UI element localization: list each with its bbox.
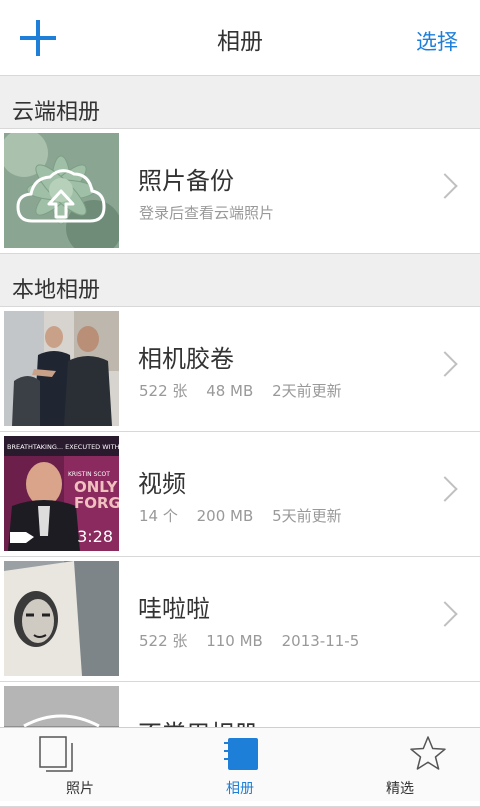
album-thumbnail [4,311,119,426]
tab-albums[interactable]: 相册 [160,728,320,801]
album-title: 照片备份 [138,167,234,195]
poster-big-text-2: FORGI [74,494,119,512]
section-header-local: 本地相册 [0,254,480,307]
album-size: 110 MB [206,632,263,650]
album-size: 200 MB [196,507,254,525]
album-thumbnail [4,133,119,248]
album-thumbnail [4,561,119,676]
section-title: 本地相册 [12,278,101,303]
album-meta: 522 张 48 MB 2天前更新 [139,380,356,401]
album-size: 48 MB [206,382,254,400]
star-icon [410,736,446,770]
photo-count: 522 张 [139,632,188,650]
tab-label: 照片 [66,781,94,797]
people-photo-icon [4,311,119,426]
tab-bar: 照片 相册 精选 [0,727,480,801]
tab-featured[interactable]: 精选 [320,728,480,801]
photo-count: 522 张 [139,382,188,400]
photos-icon [39,736,73,772]
chevron-right-icon [432,601,458,627]
album-row-camera-roll[interactable]: 相机胶卷 522 张 48 MB 2天前更新 [0,307,480,432]
poster-name-text: KRISTIN SCOT [68,471,110,478]
tab-label: 精选 [386,781,414,797]
updated-time: 5天前更新 [272,507,342,525]
album-row-video[interactable]: BREATHTAKING... EXECUTED WITH PURE FORM … [0,432,480,557]
tab-label: 相册 [226,781,254,797]
album-title: 相机胶卷 [138,345,234,373]
chevron-right-icon [432,476,458,502]
select-button[interactable]: 选择 [416,26,458,56]
section-header-cloud: 云端相册 [0,76,480,129]
album-title: 哇啦啦 [138,595,210,623]
succulent-cloud-upload-icon [4,133,119,248]
album-meta: 522 张 110 MB 2013-11-5 [139,630,373,651]
poster-top-text: BREATHTAKING... EXECUTED WITH PURE FORM [7,443,119,451]
item-count: 14 个 [139,507,178,525]
album-subtitle-text: 登录后查看云端照片 [139,204,275,222]
tab-photos[interactable]: 照片 [0,728,160,801]
updated-time: 2天前更新 [272,382,342,400]
nav-bar: 相册 选择 [0,0,480,76]
updated-time: 2013-11-5 [281,632,360,650]
album-row-photo-backup[interactable]: 照片备份 登录后查看云端照片 [0,129,480,254]
magazine-photo-icon [4,561,119,676]
video-duration: 3:28 [77,527,113,546]
section-title: 云端相册 [12,100,101,125]
album-meta: 14 个 200 MB 5天前更新 [139,505,356,526]
album-title: 视频 [138,470,186,498]
album-subtitle: 登录后查看云端照片 [139,202,288,223]
album-row-walala[interactable]: 哇啦啦 522 张 110 MB 2013-11-5 [0,557,480,682]
video-camera-icon [10,532,34,543]
album-thumbnail: BREATHTAKING... EXECUTED WITH PURE FORM … [4,436,119,551]
page-title: 相册 [217,29,263,55]
chevron-right-icon [432,351,458,377]
chevron-right-icon [432,173,458,199]
albums-icon [224,738,258,770]
